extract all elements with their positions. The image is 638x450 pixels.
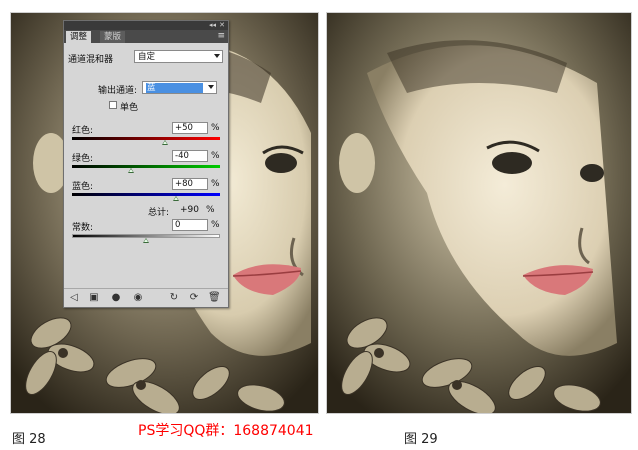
panel-titlebar[interactable]: ◂◂ ✕ [64, 21, 228, 30]
total-unit: % [206, 205, 215, 215]
view-previous-icon[interactable]: ◉ [132, 292, 144, 304]
chevron-down-icon [208, 85, 214, 89]
green-input[interactable]: -40 [172, 150, 208, 162]
chevron-down-icon [214, 54, 220, 58]
total-value: +90 [180, 205, 199, 215]
blue-slider-thumb[interactable] [172, 196, 179, 201]
close-icon[interactable]: ✕ [219, 21, 225, 30]
output-channel-dropdown[interactable]: 蓝 [142, 81, 217, 94]
channel-mixer-panel: ◂◂ ✕ 调整 蒙版 ≡ 通道混和器 自定 输出通道: 蓝 单色 红色: +50… [63, 20, 229, 308]
output-channel-label: 输出通道: [98, 86, 138, 96]
panel-bottom-bar: ◁ ▣ ● ◉ ↻ ⟳ 🗑 [64, 288, 228, 307]
clip-layer-icon[interactable]: ▣ [88, 292, 100, 304]
green-unit: % [211, 151, 220, 161]
tab-adjustments[interactable]: 调整 [66, 31, 92, 43]
photo-figure-29 [326, 12, 632, 414]
preset-dropdown[interactable]: 自定 [134, 50, 223, 63]
visibility-eye-icon[interactable]: ● [110, 292, 122, 304]
tab-masks[interactable]: 蒙版 [100, 31, 126, 43]
green-slider-track[interactable] [72, 165, 220, 168]
green-label: 绿色: [72, 154, 94, 164]
red-unit: % [211, 123, 220, 133]
reset-icon[interactable]: ↻ [168, 292, 180, 304]
red-slider-thumb[interactable] [161, 140, 168, 145]
total-label: 总计: [148, 208, 170, 218]
collapse-icon[interactable]: ◂◂ [209, 21, 216, 30]
blue-slider-track[interactable] [72, 193, 220, 196]
preset-label: 通道混和器 [68, 55, 114, 65]
red-input[interactable]: +50 [172, 122, 208, 134]
delete-icon[interactable]: 🗑 [208, 292, 221, 304]
refresh-icon[interactable]: ⟳ [188, 292, 200, 304]
constant-unit: % [211, 220, 220, 230]
blue-input[interactable]: +80 [172, 178, 208, 190]
red-slider-track[interactable] [72, 137, 220, 140]
figure-28-caption: 图 28 [12, 432, 46, 447]
constant-input[interactable]: 0 [172, 219, 208, 231]
monochrome-checkbox[interactable] [109, 101, 117, 109]
monochrome-label: 单色 [120, 103, 139, 113]
back-arrow-icon[interactable]: ◁ [68, 292, 80, 304]
blue-label: 蓝色: [72, 182, 94, 192]
output-channel-value: 蓝 [146, 83, 203, 93]
preset-value: 自定 [138, 52, 156, 62]
watermark-text: PS学习QQ群：168874041 [138, 423, 314, 439]
figure-29-caption: 图 29 [404, 432, 438, 447]
green-slider-thumb[interactable] [128, 168, 135, 173]
constant-label: 常数: [72, 223, 94, 233]
panel-menu-icon[interactable]: ≡ [217, 30, 225, 43]
blue-unit: % [211, 179, 220, 189]
constant-slider-thumb[interactable] [143, 238, 149, 243]
red-label: 红色: [72, 126, 94, 136]
panel-tabs: 调整 蒙版 ≡ [64, 30, 228, 43]
